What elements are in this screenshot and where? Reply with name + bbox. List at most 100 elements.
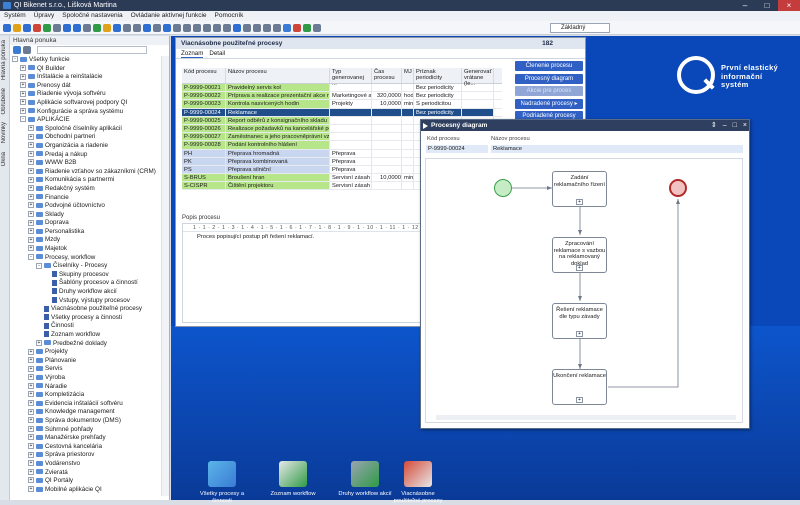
tree-item[interactable]: + Vodárenstvo [10,460,160,469]
tree-item[interactable]: + Aplikácie softvarovej podpory QI [10,99,160,108]
column-header[interactable]: Kód procesu [182,68,226,83]
tree-item[interactable]: + Mobilné aplikácie QI [10,486,160,495]
expander-icon[interactable]: + [28,185,34,192]
expander-icon[interactable]: + [28,245,34,252]
tree-item[interactable]: + Sklady [10,211,160,220]
expander-icon[interactable]: + [28,133,34,140]
toolbar-button-icon[interactable] [23,23,31,32]
expander-icon[interactable]: + [28,168,34,175]
tree-item[interactable]: + Predbežné doklady [10,340,160,349]
toolbar-button-icon[interactable] [303,23,311,32]
tree-item[interactable]: + Plánovanie [10,357,160,366]
tree-item[interactable]: + Správa dokumentov (DMS) [10,417,160,426]
expander-icon[interactable]: + [28,391,34,398]
expander-icon[interactable]: + [20,90,26,97]
expander-icon[interactable]: + [28,176,34,183]
tree-item[interactable]: Druhy workflow akcií [10,288,160,297]
tree-item[interactable]: + Kompletizácia [10,391,160,400]
tree-item[interactable]: - Číselníky - Procesy [10,262,160,271]
close-button[interactable]: × [778,0,800,11]
tree-item[interactable]: + Spoločné číselníky aplikácií [10,125,160,134]
expander-icon[interactable]: + [28,477,34,484]
tree-item[interactable]: Všetky procesy a činnosti [10,314,160,323]
tree-item[interactable]: + Financie [10,194,160,203]
canvas-scrollbar[interactable] [436,415,736,420]
tree-item[interactable]: + QI Builder [10,65,160,74]
expander-icon[interactable]: + [28,434,34,441]
toolbar-button-icon[interactable] [233,23,241,32]
table-row[interactable]: P-9999-00021 Pravidelný servis kol Bez per… [182,84,502,93]
table-row[interactable]: P-9999-00023 Kontrola nasvícených hodin Pr… [182,100,502,109]
tree-item[interactable]: Činnosti [10,322,160,331]
column-header[interactable]: Čas procesu [372,68,402,83]
toolbar-button-icon[interactable] [263,23,271,32]
tree-item[interactable]: + Inštalácie a reinštalácie [10,73,160,82]
tree-item[interactable]: + Evidencia inštalácií softvéru [10,400,160,409]
expander-icon[interactable]: + [20,82,26,89]
toolbar-button-icon[interactable] [93,23,101,32]
collapse-icon[interactable] [23,46,31,54]
tree-item[interactable]: + Výroba [10,374,160,383]
toolbar-button-icon[interactable] [223,23,231,32]
bpmn-task[interactable]: Řešení reklamace dle typu závady + [552,303,607,339]
toolbar-button-icon[interactable] [83,23,91,32]
toolbar-button-icon[interactable] [173,23,181,32]
toolbar-button-icon[interactable] [103,23,111,32]
tree-item[interactable]: + Majetok [10,245,160,254]
tree-item[interactable]: + Knowledge management [10,408,160,417]
toolbar-button-icon[interactable] [133,23,141,32]
expander-icon[interactable]: + [20,64,26,71]
expander-icon[interactable]: + [28,365,34,372]
tree-item[interactable]: + Personalistika [10,228,160,237]
desktop-shortcut[interactable]: Zoznam workflow [264,461,322,498]
expand-subprocess-icon[interactable]: + [576,397,583,403]
toolbar-button-icon[interactable] [123,23,131,32]
expander-icon[interactable]: + [28,460,34,467]
expander-icon[interactable]: + [28,451,34,458]
tree-item[interactable]: + Konfigurácie a správa systému [10,108,160,117]
expander-icon[interactable]: + [28,425,34,432]
toolbar-button-icon[interactable] [313,23,321,32]
minimize-icon[interactable]: – [723,120,727,131]
pin-icon[interactable]: ⇕ [711,120,717,131]
column-header[interactable]: Príznak periodicity [414,68,462,83]
toolbar-button-icon[interactable] [33,23,41,32]
tree-item[interactable]: + QI Portály [10,477,160,486]
expander-icon[interactable]: + [28,125,34,132]
expander-icon[interactable]: + [28,382,34,389]
tree-item[interactable]: + Prenosy dát [10,82,160,91]
menu-item-4[interactable]: Pomocník [215,11,244,21]
expander-icon[interactable]: + [28,211,34,218]
expander-icon[interactable]: + [20,107,26,114]
column-header[interactable]: Názov procesu [226,68,330,83]
tree-item[interactable]: + Komunikácia s partnermi [10,176,160,185]
expander-icon[interactable]: + [28,228,34,235]
start-event-icon[interactable] [494,179,512,197]
toolbar-button-icon[interactable] [53,23,61,32]
tree-item[interactable]: + WWW B2B [10,159,160,168]
action-button-0[interactable]: Členenie procesu [515,61,583,71]
desktop-shortcut[interactable]: Viacnásobne použiteľné procesy [389,461,447,505]
toolbar-button-icon[interactable] [193,23,201,32]
tree-item[interactable]: + Súhrnné pohľady [10,426,160,435]
bpmn-canvas[interactable]: Zadání reklamačního řízení + Zpracování re… [425,158,743,423]
expander-icon[interactable]: + [20,73,26,80]
tree-item[interactable]: + Doprava [10,219,160,228]
action-button-2[interactable]: Akcie pre proces [515,86,583,97]
expander-icon[interactable]: + [20,99,26,106]
bpmn-task[interactable]: Zadání reklamačního řízení + [552,171,607,207]
tree-item[interactable]: + Cestovná kancelária [10,443,160,452]
tree-item[interactable]: Šablóny procesov a činností [10,279,160,288]
toolbar-button-icon[interactable] [13,23,21,32]
tree-item[interactable]: + Správa priestorov [10,451,160,460]
bpmn-task[interactable]: Zpracování reklamace s vazbou na reklamo… [552,237,607,273]
expander-icon[interactable]: + [28,219,34,226]
tree-item[interactable]: + Riadenie vývoja softvéru [10,90,160,99]
expander-icon[interactable]: + [28,236,34,243]
maximize-icon[interactable]: □ [733,120,737,131]
toolbar-button-icon[interactable] [283,23,291,32]
menu-item-1[interactable]: Úpravy [34,11,55,21]
expand-subprocess-icon[interactable]: + [576,265,583,271]
end-event-icon[interactable] [669,179,687,197]
toolbar-button-icon[interactable] [163,23,171,32]
